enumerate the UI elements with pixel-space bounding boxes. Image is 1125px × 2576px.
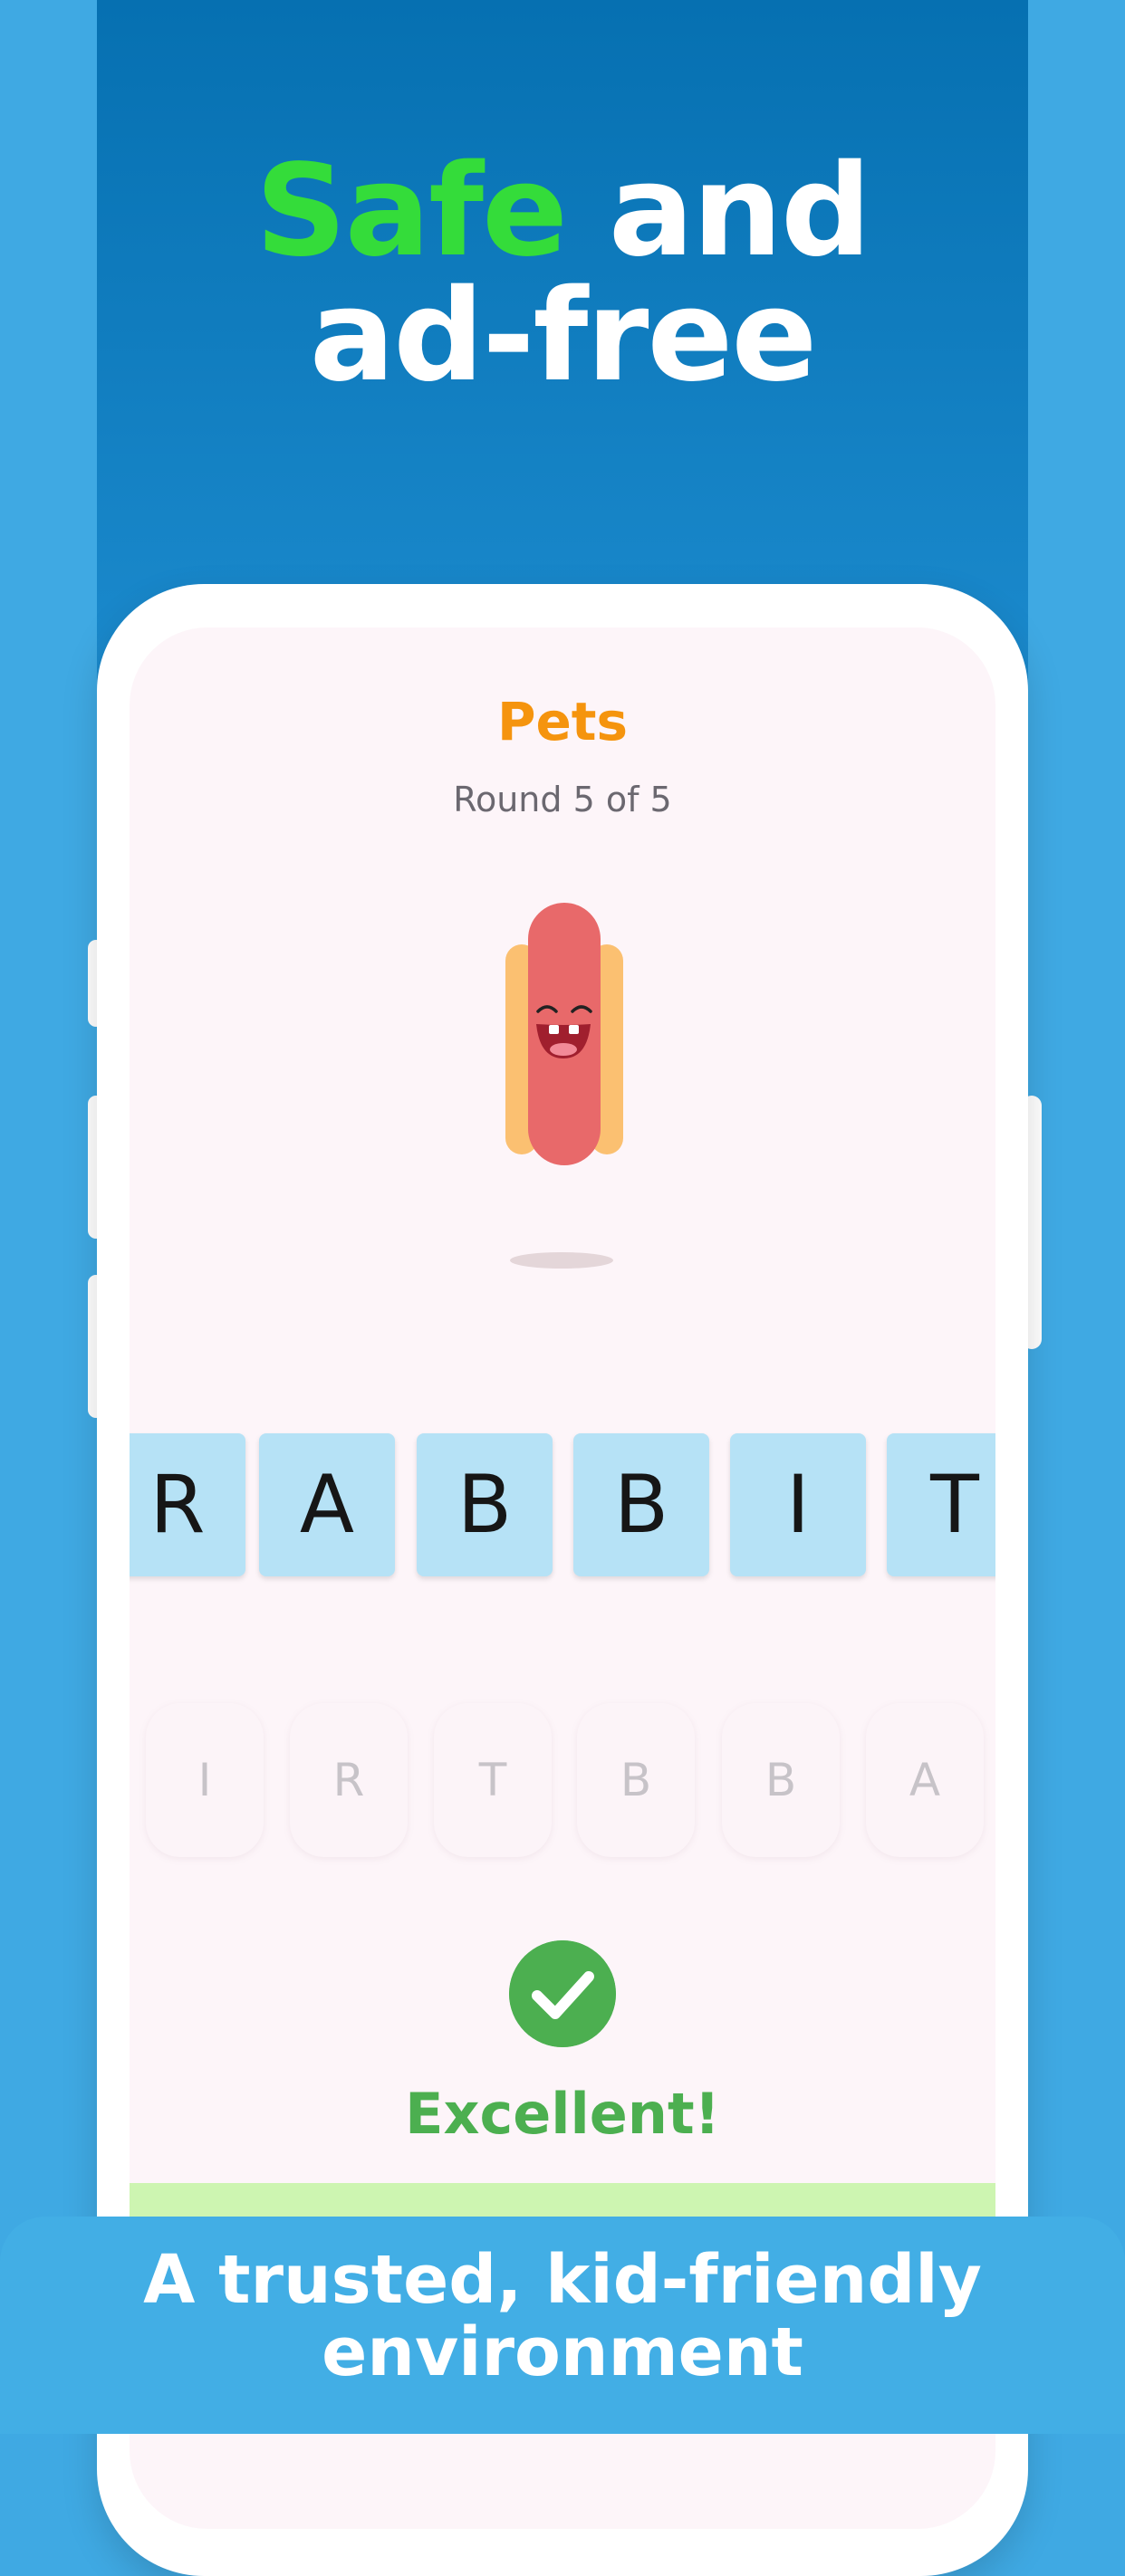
- answer-tile: B: [573, 1433, 709, 1576]
- letter-choices: I R T B B A: [130, 1703, 995, 1857]
- caption-panel: A trusted, kid-friendly environment: [0, 2217, 1125, 2434]
- answer-tile: I: [730, 1433, 866, 1576]
- caption-line1: A trusted, kid-friendly: [143, 2241, 982, 2319]
- headline-line2: ad-free: [309, 263, 818, 410]
- answer-tile: R: [130, 1433, 245, 1576]
- caption-text: A trusted, kid-friendly environment: [0, 2244, 1125, 2389]
- answer-tile: T: [887, 1433, 995, 1576]
- answer-tiles: R A B B I T: [130, 1433, 995, 1576]
- letter-choice-button[interactable]: T: [434, 1703, 552, 1857]
- hotdog-mascot-icon: [505, 903, 623, 1165]
- caption-line2: environment: [322, 2313, 803, 2391]
- letter-choice-button[interactable]: A: [866, 1703, 984, 1857]
- letter-choice-button[interactable]: B: [577, 1703, 695, 1857]
- feedback-message: Excellent!: [405, 2081, 720, 2147]
- answer-tile: A: [259, 1433, 395, 1576]
- checkmark-icon: [509, 1940, 616, 2047]
- headline: Safe and ad-free: [0, 148, 1125, 410]
- category-title: Pets: [496, 691, 629, 752]
- mascot-shadow: [510, 1252, 613, 1269]
- round-indicator: Round 5 of 5: [453, 780, 672, 819]
- letter-choice-button[interactable]: I: [146, 1703, 264, 1857]
- letter-choice-button[interactable]: B: [722, 1703, 840, 1857]
- letter-choice-button[interactable]: R: [290, 1703, 408, 1857]
- answer-tile: B: [417, 1433, 553, 1576]
